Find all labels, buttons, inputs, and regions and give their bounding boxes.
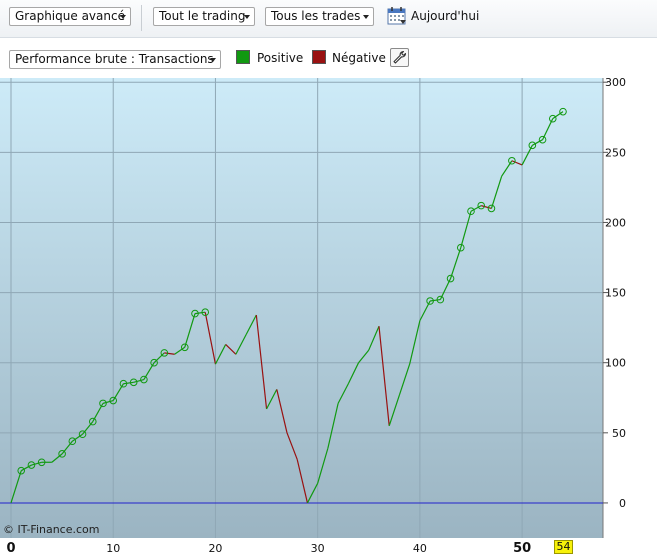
x-tick-label: 0 (6, 541, 15, 554)
x-tick-label: 10 (106, 542, 120, 554)
y-tick-label: 100 (605, 357, 626, 370)
performance-chart: 0 10 20 30 40 50 0 50 100 150 200 250 300 (0, 76, 626, 554)
last-trade-indicator: 54 (554, 540, 573, 554)
x-tick-label: 30 (311, 542, 325, 554)
y-tick-label: 0 (619, 497, 626, 510)
x-axis-ticks: 0 10 20 30 40 50 (6, 541, 531, 554)
y-tick-label: 50 (612, 427, 626, 440)
x-tick-label: 40 (413, 542, 427, 554)
x-tick-label: 20 (208, 542, 222, 554)
y-tick-label: 200 (605, 216, 626, 229)
x-tick-label: 50 (513, 541, 531, 554)
y-axis-ticks: 0 50 100 150 200 250 300 (603, 76, 626, 510)
copyright-label: © IT-Finance.com (3, 523, 100, 536)
y-tick-label: 150 (605, 287, 626, 300)
plot-area (0, 78, 603, 538)
y-tick-label: 300 (605, 76, 626, 89)
y-tick-label: 250 (605, 146, 626, 159)
